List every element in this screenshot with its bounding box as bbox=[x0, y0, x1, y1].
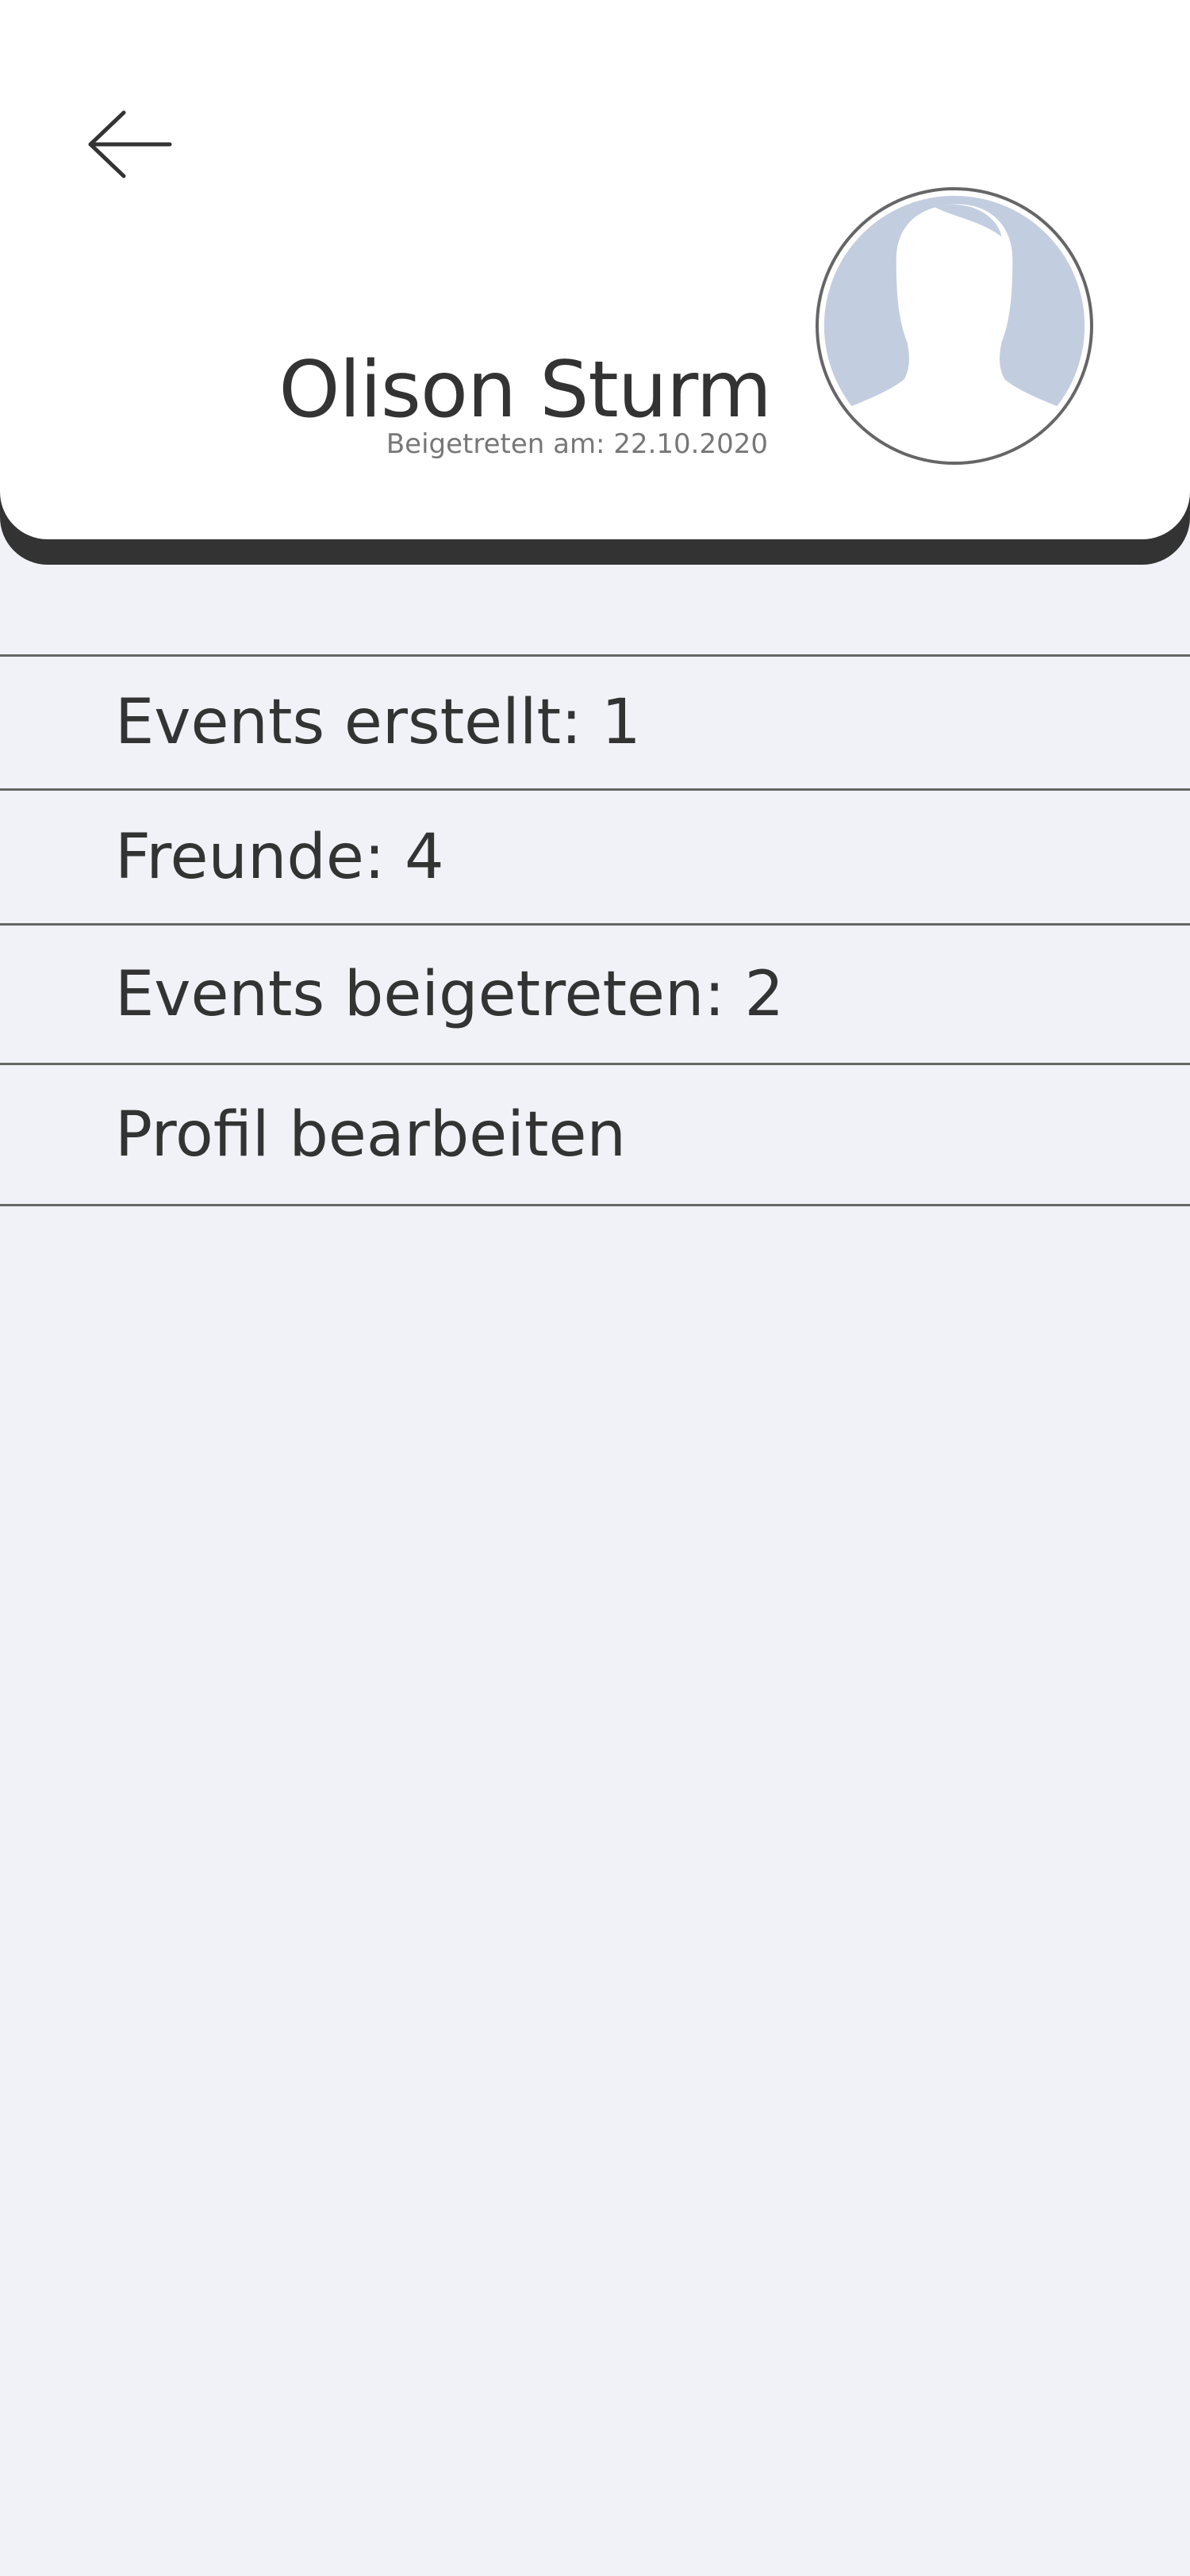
friends-label: Freunde: 4 bbox=[115, 821, 444, 893]
avatar bbox=[816, 187, 1093, 465]
events-joined-label: Events beigetreten: 2 bbox=[115, 958, 785, 1030]
profile-stats-list: Events erstellt: 1 Freunde: 4 Events bei… bbox=[0, 654, 1190, 1206]
joined-date: Beigetreten am: 22.10.2020 bbox=[386, 428, 768, 460]
list-item-events-joined: Events beigetreten: 2 bbox=[0, 926, 1190, 1065]
events-created-label: Events erstellt: 1 bbox=[115, 687, 641, 758]
edit-profile-label: Profil bearbeiten bbox=[115, 1098, 626, 1171]
list-item-events-created: Events erstellt: 1 bbox=[0, 657, 1190, 791]
profile-name: Olison Sturm bbox=[278, 345, 772, 435]
profile-header: Olison Sturm Beigetreten am: 22.10.2020 bbox=[0, 0, 1190, 539]
edit-profile-button[interactable]: Profil bearbeiten bbox=[0, 1065, 1190, 1206]
arrow-left-icon bbox=[86, 103, 181, 182]
back-button[interactable] bbox=[86, 103, 181, 182]
list-item-friends: Freunde: 4 bbox=[0, 791, 1190, 926]
person-silhouette-icon bbox=[819, 190, 1090, 462]
